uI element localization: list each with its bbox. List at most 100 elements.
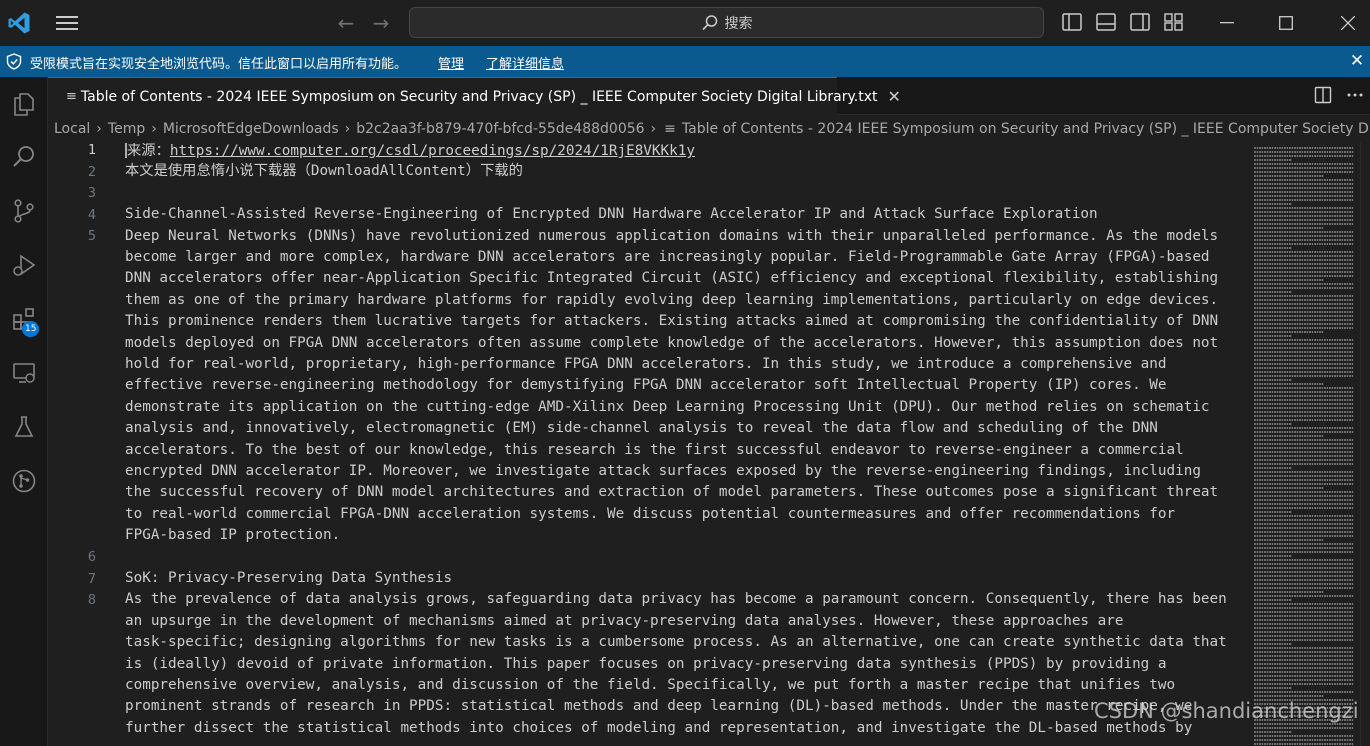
- minimap-line: [1254, 175, 1324, 177]
- explorer-icon[interactable]: [0, 80, 48, 128]
- title-bar: ← → 搜索: [0, 0, 1370, 46]
- minimize-icon[interactable]: [1212, 8, 1242, 38]
- minimap-line: [1254, 235, 1354, 237]
- extensions-icon[interactable]: 15: [0, 295, 48, 343]
- back-arrow-icon[interactable]: ←: [333, 10, 359, 36]
- minimap-line: [1254, 659, 1354, 661]
- minimap-line: [1254, 459, 1354, 461]
- minimap-line: [1254, 555, 1292, 557]
- minimap-line: [1254, 155, 1354, 157]
- minimap[interactable]: [1254, 143, 1360, 746]
- minimap-line: [1254, 559, 1354, 561]
- minimap-line: [1254, 183, 1354, 185]
- menu-hamburger-icon[interactable]: [52, 10, 82, 36]
- toggle-primary-sidebar-icon[interactable]: [1060, 10, 1084, 34]
- minimap-line: [1254, 439, 1354, 441]
- breadcrumb-item[interactable]: Temp: [108, 121, 145, 137]
- minimap-line: [1254, 195, 1354, 197]
- maximize-icon[interactable]: [1271, 8, 1301, 38]
- minimap-line: [1254, 391, 1354, 393]
- minimap-line: [1254, 695, 1324, 697]
- testing-flask-icon[interactable]: [0, 403, 48, 451]
- minimap-line: [1254, 399, 1354, 401]
- vscode-logo-icon: [8, 12, 30, 34]
- minimap-line: [1254, 435, 1324, 437]
- minimap-line: [1254, 415, 1354, 417]
- minimap-line: [1254, 571, 1354, 573]
- activity-bar: 15: [0, 77, 48, 746]
- breadcrumb-item[interactable]: Local: [54, 121, 90, 137]
- line-number: 8: [87, 592, 96, 608]
- code-line: the successful recovery of DNN model arc…: [125, 484, 1219, 501]
- minimap-line: [1254, 163, 1354, 165]
- minimap-line: [1254, 307, 1354, 309]
- close-window-icon[interactable]: [1333, 8, 1363, 38]
- remote-explorer-icon[interactable]: [0, 349, 48, 397]
- tab-close-icon[interactable]: ✕: [888, 87, 901, 106]
- minimap-line: [1254, 455, 1354, 457]
- customize-layout-icon[interactable]: [1162, 10, 1186, 34]
- code-line: comprehensive overview, analysis, and di…: [125, 677, 1176, 693]
- minimap-line: [1254, 651, 1354, 653]
- minimap-line: [1254, 371, 1354, 373]
- minimap-line: [1254, 263, 1354, 265]
- forward-arrow-icon[interactable]: →: [368, 10, 394, 36]
- minimap-line: [1254, 531, 1354, 533]
- toggle-panel-icon[interactable]: [1094, 10, 1118, 34]
- code-line: further dissect the statistical methods …: [125, 719, 1193, 736]
- minimap-line: [1254, 275, 1354, 277]
- minimap-line: [1254, 347, 1354, 349]
- minimap-line: [1254, 335, 1292, 337]
- line-number: 6: [87, 549, 96, 565]
- tab-active-file[interactable]: ≡ Table of Contents - 2024 IEEE Symposiu…: [48, 77, 901, 115]
- search-label: 搜索: [724, 15, 753, 32]
- minimap-line: [1254, 463, 1354, 465]
- minimap-line: [1254, 447, 1354, 449]
- code-line: prominent strands of research in PPDS: s…: [125, 698, 1193, 715]
- banner-close-icon[interactable]: ✕: [1347, 51, 1367, 71]
- minimap-line: [1254, 687, 1292, 689]
- minimap-line: [1254, 563, 1354, 565]
- minimap-line: [1254, 475, 1354, 477]
- line-number: 3: [87, 185, 96, 201]
- source-control-icon[interactable]: [0, 187, 48, 235]
- minimap-line: [1254, 387, 1354, 389]
- command-center-search[interactable]: 搜索: [409, 7, 1044, 38]
- learn-more-link[interactable]: 了解详细信息: [486, 53, 564, 72]
- split-editor-icon[interactable]: [1314, 86, 1332, 104]
- editor[interactable]: 1 2 3 4 5 6 7 8 来源：https://www.computer.…: [48, 143, 1370, 746]
- run-debug-icon[interactable]: [0, 241, 48, 289]
- minimap-line: [1254, 723, 1354, 725]
- minimap-line: [1254, 575, 1354, 577]
- code-line: an upsurge in the development of mechani…: [125, 612, 1124, 629]
- breadcrumb-item[interactable]: MicrosoftEdgeDownloads: [163, 121, 339, 137]
- breadcrumb-item[interactable]: b2c2aa3f-b879-470f-bfcd-55de488d0056: [356, 121, 644, 137]
- minimap-line: [1254, 679, 1354, 681]
- minimap-line: [1254, 427, 1354, 429]
- search-view-icon[interactable]: [0, 133, 48, 181]
- vertical-scrollbar[interactable]: [1360, 143, 1370, 746]
- minimap-line: [1254, 303, 1354, 305]
- toggle-secondary-sidebar-icon[interactable]: [1128, 10, 1152, 34]
- editor-tabs: ≡ Table of Contents - 2024 IEEE Symposiu…: [48, 77, 1370, 115]
- minimap-line: [1254, 295, 1354, 297]
- minimap-line: [1254, 491, 1354, 493]
- git-graph-icon[interactable]: [0, 457, 48, 505]
- source-url-link[interactable]: https://www.computer.org/csdl/proceeding…: [170, 143, 695, 159]
- minimap-line: [1254, 355, 1354, 357]
- code-line: 本文是使用怠惰小说下载器（DownloadAllContent）下载的: [125, 163, 523, 180]
- minimap-line: [1254, 471, 1354, 473]
- breadcrumb-item[interactable]: Table of Contents - 2024 IEEE Symposium …: [682, 121, 1370, 137]
- more-actions-icon[interactable]: [1346, 86, 1364, 104]
- minimap-line: [1254, 663, 1354, 665]
- minimap-line: [1254, 675, 1354, 677]
- code-line: hold for real-world, proprietary, high-p…: [125, 356, 1167, 372]
- minimap-line: [1254, 691, 1354, 693]
- manage-link[interactable]: 管理: [438, 53, 464, 72]
- minimap-line: [1254, 215, 1354, 217]
- minimap-line: [1254, 223, 1354, 225]
- minimap-line: [1254, 483, 1354, 485]
- banner-message: 受限模式旨在实现安全地浏览代码。信任此窗口以启用所有功能。: [30, 57, 408, 72]
- minimap-line: [1254, 327, 1354, 329]
- minimap-line: [1254, 203, 1292, 205]
